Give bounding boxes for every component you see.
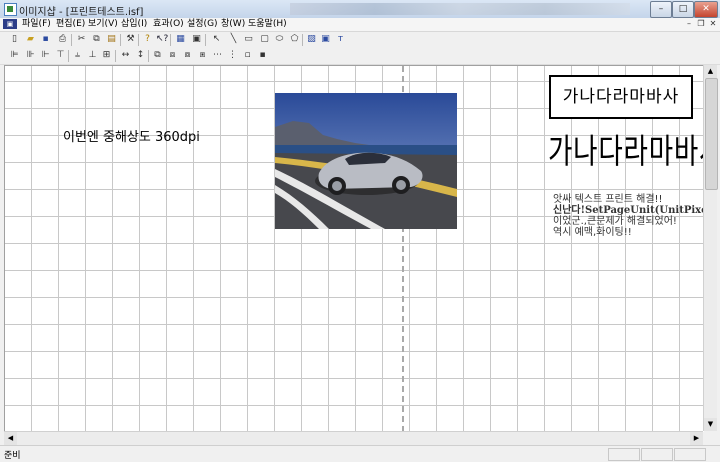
separator [148, 50, 149, 62]
horizontal-scrollbar[interactable]: ◀ ▶ [4, 431, 703, 445]
scroll-down-icon[interactable]: ▼ [704, 418, 717, 431]
scroll-right-icon[interactable]: ▶ [690, 432, 703, 445]
title-bar: 이미지샵 - [프린트테스트.isf] – □ ✕ [0, 0, 720, 19]
align-left-icon[interactable]: ⊫ [9, 50, 20, 61]
frame-icon[interactable]: ▣ [320, 34, 331, 45]
align-top-icon[interactable]: ⊤ [55, 50, 66, 61]
app-icon [4, 3, 17, 16]
menu-help[interactable]: 도움말(H) [248, 19, 287, 30]
group-icon[interactable]: ▫ [242, 50, 253, 61]
separator [115, 50, 116, 62]
align-center-icon[interactable]: ⊪ [25, 50, 36, 61]
new-icon[interactable]: ▯ [9, 34, 20, 45]
minimize-button[interactable]: – [650, 1, 672, 18]
polygon-icon[interactable]: ⬠ [289, 34, 300, 45]
resolution-text[interactable]: 이번엔 중해상도 360dpi [63, 126, 200, 145]
note-line: 앗싸 텍스트 프린트 해결!! [553, 194, 663, 205]
align-toolbar: ⊫ ⊪ ⊩ ⊤ ⫨ ⊥ ⊞ ↔ ↕ ⧉ ⧈ ⧇ ⧆ ⋯ ⋮ ▫ ▪ [0, 48, 720, 65]
window-title: 이미지샵 - [프린트테스트.isf] [19, 7, 144, 18]
document-icon[interactable]: ▣ [3, 19, 17, 29]
open-icon[interactable]: ▰ [25, 34, 36, 45]
context-help-icon[interactable]: ↖? [156, 34, 168, 45]
separator [170, 34, 171, 46]
mdi-close-icon[interactable]: ✕ [708, 19, 718, 29]
print-icon[interactable]: ⎙ [57, 34, 68, 45]
cut-icon[interactable]: ✂ [76, 34, 87, 45]
menu-settings[interactable]: 설정(G) [187, 19, 218, 30]
menu-file[interactable]: 파일(F) [22, 19, 51, 30]
help-icon[interactable]: ? [142, 34, 153, 45]
scroll-left-icon[interactable]: ◀ [4, 432, 17, 445]
vertical-scroll-thumb[interactable] [705, 78, 718, 190]
bring-forward-icon[interactable]: ⧇ [182, 50, 193, 61]
scroll-up-icon[interactable]: ▲ [704, 65, 717, 78]
mdi-controls: – ❐ ✕ [682, 18, 718, 29]
status-panel [608, 448, 640, 461]
align-middle-icon[interactable]: ⫨ [72, 50, 83, 61]
space-horizontal-icon[interactable]: ⋯ [212, 50, 223, 61]
bring-front-icon[interactable]: ⧉ [152, 50, 163, 61]
menu-effect[interactable]: 효과(O) [153, 19, 184, 30]
roundrect-icon[interactable]: ▢ [259, 34, 270, 45]
menu-window[interactable]: 창(W) [221, 19, 245, 30]
note-line: 역시 예맥,화이팅!! [553, 227, 632, 238]
status-panel [674, 448, 706, 461]
tools-icon[interactable]: ⚒ [125, 34, 136, 45]
car-photo[interactable] [275, 93, 457, 229]
copy-icon[interactable]: ⧉ [91, 34, 102, 45]
main-toolbar: ▯ ▰ ▪ ⎙ ✂ ⧉ ▤ ⚒ ? ↖? ▦ ▣ ↖ ╲ ▭ ▢ ⬭ ⬠ ▨ ▣… [0, 32, 720, 49]
maximize-button[interactable]: □ [672, 1, 694, 18]
line-icon[interactable]: ╲ [228, 34, 239, 45]
boxed-text[interactable]: 가나다라마바사 [549, 75, 693, 119]
align-right-icon[interactable]: ⊩ [40, 50, 51, 61]
send-backward-icon[interactable]: ⧆ [197, 50, 208, 61]
property-icon[interactable]: ▣ [191, 34, 202, 45]
separator [71, 34, 72, 46]
same-width-icon[interactable]: ↔ [120, 50, 131, 61]
note-text-block[interactable]: 앗싸 텍스트 프린트 해결!! 신난다!SetPageUnit(UnitPixe… [553, 194, 704, 238]
separator [138, 34, 139, 46]
menu-view[interactable]: 보기(V) [88, 19, 118, 30]
save-icon[interactable]: ▪ [40, 34, 51, 45]
paste-icon[interactable]: ▤ [106, 34, 117, 45]
send-back-icon[interactable]: ⧈ [167, 50, 178, 61]
menu-insert[interactable]: 삽입(I) [121, 19, 147, 30]
close-button[interactable]: ✕ [694, 1, 718, 18]
document-canvas[interactable]: 이번엔 중해상도 360dpi 가나다라마바사 가나다라마바사 [4, 65, 704, 432]
same-height-icon[interactable]: ↕ [135, 50, 146, 61]
separator [302, 34, 303, 46]
ellipse-icon[interactable]: ⬭ [274, 34, 285, 45]
menu-edit[interactable]: 편집(E) [56, 19, 85, 30]
grid-icon[interactable]: ▦ [175, 34, 186, 45]
separator [205, 34, 206, 46]
status-bar: 준비 [0, 445, 720, 462]
car-photo-image [275, 93, 457, 229]
note-line: 이었군.,큰문제가 해결되었어! [553, 216, 677, 227]
status-ready: 준비 [4, 451, 21, 461]
mdi-restore-icon[interactable]: ❐ [696, 19, 706, 29]
menu-bar: ▣ 파일(F) 편집(E) 보기(V) 삽입(I) 효과(O) 설정(G) 창(… [0, 18, 720, 32]
text-icon[interactable]: ᴛ [335, 34, 346, 45]
title-bar-glass [290, 3, 630, 15]
image-icon[interactable]: ▨ [306, 34, 317, 45]
ungroup-icon[interactable]: ▪ [257, 50, 268, 61]
rect-icon[interactable]: ▭ [243, 34, 254, 45]
status-panel [641, 448, 673, 461]
condensed-text[interactable]: 가나다라마바사 [548, 124, 704, 173]
mdi-minimize-icon[interactable]: – [684, 19, 694, 29]
select-icon[interactable]: ↖ [211, 34, 222, 45]
space-vertical-icon[interactable]: ⋮ [227, 50, 238, 61]
vertical-scrollbar[interactable]: ▲ ▼ [703, 65, 718, 431]
note-line: 신난다!SetPageUnit(UnitPixel) [553, 205, 704, 216]
separator [68, 50, 69, 62]
align-bottom-icon[interactable]: ⊥ [87, 50, 98, 61]
separator [120, 34, 121, 46]
same-size-icon[interactable]: ⊞ [101, 50, 112, 61]
